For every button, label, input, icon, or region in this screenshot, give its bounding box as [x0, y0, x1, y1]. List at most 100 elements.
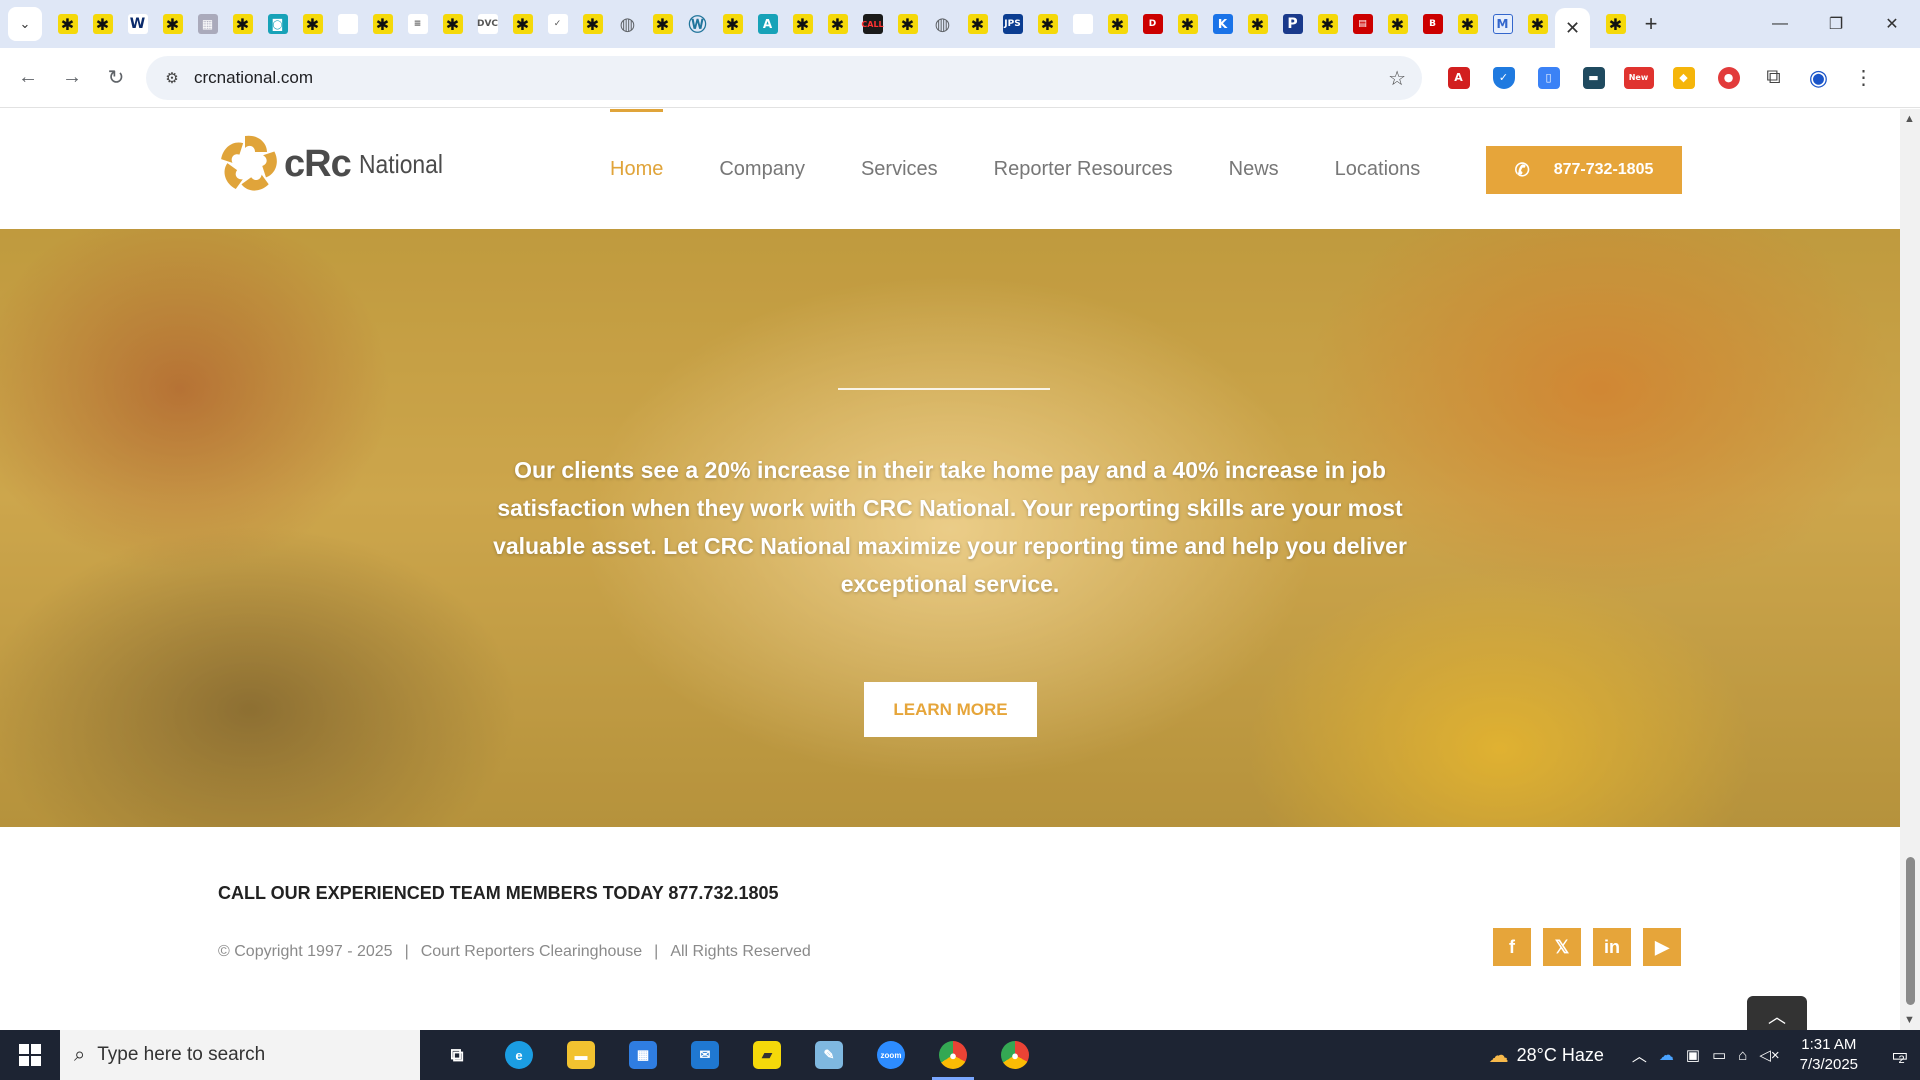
network-icon[interactable]: ⌂: [1738, 1047, 1747, 1064]
new-badge-extension[interactable]: New: [1616, 56, 1661, 100]
scroll-to-top-button[interactable]: ︿: [1747, 996, 1807, 1030]
close-window-button[interactable]: ✕: [1864, 0, 1920, 48]
forward-button[interactable]: →: [50, 56, 94, 100]
pinned-tab-35[interactable]: P: [1275, 6, 1310, 42]
taskbar-mail[interactable]: ✉: [674, 1030, 736, 1080]
pinned-tab-20[interactable]: A: [750, 6, 785, 42]
pinned-tab-26[interactable]: ✱: [960, 6, 995, 42]
crc-logo[interactable]: cRc National: [218, 133, 454, 195]
nav-home[interactable]: Home: [610, 109, 664, 229]
taskbar-search[interactable]: ⌕ Type here to search: [60, 1030, 420, 1080]
pinned-tab-1[interactable]: ✱: [85, 6, 120, 42]
nav-reporter-resources[interactable]: Reporter Resources: [994, 109, 1173, 229]
weather-widget[interactable]: ☁ 28°C Haze: [1489, 1043, 1604, 1068]
pinned-tab-16[interactable]: ◍: [610, 6, 645, 42]
pinned-tab-6[interactable]: ◙: [260, 6, 295, 42]
onedrive-cloud-icon[interactable]: ☁: [1659, 1046, 1674, 1064]
taskbar-app-pen[interactable]: ✎: [798, 1030, 860, 1080]
phone-button[interactable]: ✆ 877-732-1805: [1486, 146, 1682, 194]
pinned-tab-32[interactable]: ✱: [1170, 6, 1205, 42]
taskbar-file-explorer[interactable]: ▬: [550, 1030, 612, 1080]
scrollbar-thumb[interactable]: [1906, 857, 1915, 1005]
taskbar-store[interactable]: ▦: [612, 1030, 674, 1080]
pinned-tab-18[interactable]: Ⓦ: [680, 6, 715, 42]
profile-button[interactable]: ◉: [1796, 56, 1841, 100]
bookmark-star-icon[interactable]: ☆: [1388, 66, 1406, 91]
page-scrollbar[interactable]: ▲ ▼: [1900, 109, 1920, 1030]
pinned-tab-5[interactable]: ✱: [225, 6, 260, 42]
pinned-tab-12[interactable]: DVC: [470, 6, 505, 42]
pinned-tab-7[interactable]: ✱: [295, 6, 330, 42]
reload-button[interactable]: ↻: [94, 56, 138, 100]
minimize-button[interactable]: —: [1752, 0, 1808, 48]
new-tab-button[interactable]: +: [1633, 6, 1669, 42]
taskbar-chrome-profile[interactable]: ●: [984, 1030, 1046, 1080]
notification-center-button[interactable]: ▭ 2: [1876, 1030, 1920, 1080]
nav-locations[interactable]: Locations: [1335, 109, 1421, 229]
taskbar-edge[interactable]: e: [488, 1030, 550, 1080]
volume-muted-icon[interactable]: ◁×: [1759, 1046, 1779, 1064]
pinned-tab-19[interactable]: ✱: [715, 6, 750, 42]
restore-button[interactable]: ❐: [1808, 0, 1864, 48]
youtube-icon[interactable]: ▶: [1643, 928, 1681, 966]
pinned-tab-10[interactable]: ≡: [400, 6, 435, 42]
docs-extension[interactable]: ▯: [1526, 56, 1571, 100]
facebook-icon[interactable]: f: [1493, 928, 1531, 966]
pinned-tab-after-0[interactable]: ✱: [1598, 6, 1633, 42]
pinned-tab-8[interactable]: [330, 6, 365, 42]
nav-services[interactable]: Services: [861, 109, 938, 229]
nav-company[interactable]: Company: [719, 109, 805, 229]
pinned-tab-22[interactable]: ✱: [820, 6, 855, 42]
pinned-tab-2[interactable]: W: [120, 6, 155, 42]
pinned-tab-41[interactable]: M: [1485, 6, 1520, 42]
shield-extension[interactable]: ✓: [1481, 56, 1526, 100]
pinned-tab-17[interactable]: ✱: [645, 6, 680, 42]
battery-icon[interactable]: ▭: [1712, 1046, 1726, 1064]
chrome-menu-button[interactable]: ⋮: [1841, 56, 1886, 100]
meet-now-icon[interactable]: ▣: [1686, 1046, 1700, 1064]
pinned-tab-15[interactable]: ✱: [575, 6, 610, 42]
linkedin-icon[interactable]: in: [1593, 928, 1631, 966]
pinned-tab-38[interactable]: ✱: [1380, 6, 1415, 42]
scroll-up-arrow-icon[interactable]: ▲: [1904, 113, 1915, 125]
pinned-tab-3[interactable]: ✱: [155, 6, 190, 42]
taskbar-clock[interactable]: 1:31 AM 7/3/2025: [1800, 1035, 1858, 1075]
pinned-tab-24[interactable]: ✱: [890, 6, 925, 42]
pinned-tab-9[interactable]: ✱: [365, 6, 400, 42]
pinned-tab-30[interactable]: ✱: [1100, 6, 1135, 42]
pinned-tab-23[interactable]: CALL: [855, 6, 890, 42]
acrobat-extension[interactable]: A: [1436, 56, 1481, 100]
pinned-tab-11[interactable]: ✱: [435, 6, 470, 42]
pinned-tab-13[interactable]: ✱: [505, 6, 540, 42]
pinned-tab-31[interactable]: D: [1135, 6, 1170, 42]
close-tab-icon[interactable]: ✕: [1565, 18, 1580, 39]
pinned-tab-37[interactable]: ▤: [1345, 6, 1380, 42]
extensions-menu-button[interactable]: ⧉: [1751, 56, 1796, 100]
url-text[interactable]: crcnational.com: [194, 68, 313, 88]
pokeball-extension[interactable]: ●: [1706, 56, 1751, 100]
active-tab[interactable]: ✕: [1555, 8, 1590, 48]
pinned-tab-42[interactable]: ✱: [1520, 6, 1555, 42]
puzzle-color-extension[interactable]: ◆: [1661, 56, 1706, 100]
learn-more-button[interactable]: LEARN MORE: [864, 682, 1037, 737]
tab-search-button[interactable]: ⌄: [8, 7, 42, 41]
start-button[interactable]: [0, 1030, 60, 1080]
show-hidden-icons-chevron-icon[interactable]: ︿: [1632, 1045, 1647, 1066]
pinned-tab-40[interactable]: ✱: [1450, 6, 1485, 42]
pinned-tab-36[interactable]: ✱: [1310, 6, 1345, 42]
taskbar-chrome-active[interactable]: ●: [922, 1030, 984, 1080]
pinned-tab-34[interactable]: ✱: [1240, 6, 1275, 42]
nav-news[interactable]: News: [1229, 109, 1279, 229]
pinned-tab-0[interactable]: ✱: [50, 6, 85, 42]
address-bar[interactable]: ⚙ crcnational.com ☆: [146, 55, 1422, 100]
taskbar-sticky-notes[interactable]: ▰: [736, 1030, 798, 1080]
company-link[interactable]: Court Reporters Clearinghouse: [421, 943, 642, 961]
x-twitter-icon[interactable]: 𝕏: [1543, 928, 1581, 966]
pinned-tab-14[interactable]: ✓: [540, 6, 575, 42]
taskbar-zoom[interactable]: zoom: [860, 1030, 922, 1080]
task-view-button[interactable]: ⧉: [426, 1030, 488, 1080]
pinned-tab-39[interactable]: B: [1415, 6, 1450, 42]
back-button[interactable]: ←: [6, 56, 50, 100]
pinned-tab-33[interactable]: K: [1205, 6, 1240, 42]
pinned-tab-28[interactable]: ✱: [1030, 6, 1065, 42]
